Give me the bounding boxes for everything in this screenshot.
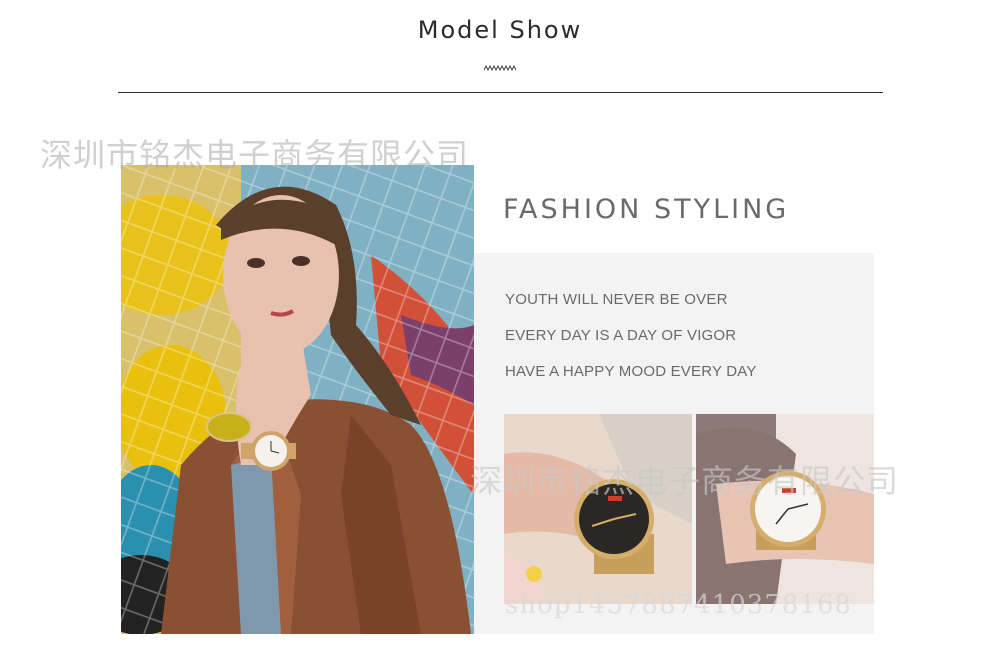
zigzag-ornament xyxy=(484,64,516,72)
slogan-line-3: HAVE A HAPPY MOOD EVERY DAY xyxy=(505,363,757,380)
black-dial-watch-photo xyxy=(504,414,692,604)
section-heading: FASHION STYLING xyxy=(503,194,790,225)
white-dial-watch-photo xyxy=(696,414,874,604)
slogan-line-1: YOUTH WILL NEVER BE OVER xyxy=(505,291,728,308)
model-photo xyxy=(121,165,474,634)
page-title: Model Show xyxy=(417,16,583,44)
header-divider xyxy=(118,92,883,93)
slogan-line-2: EVERY DAY IS A DAY OF VIGOR xyxy=(505,327,737,344)
